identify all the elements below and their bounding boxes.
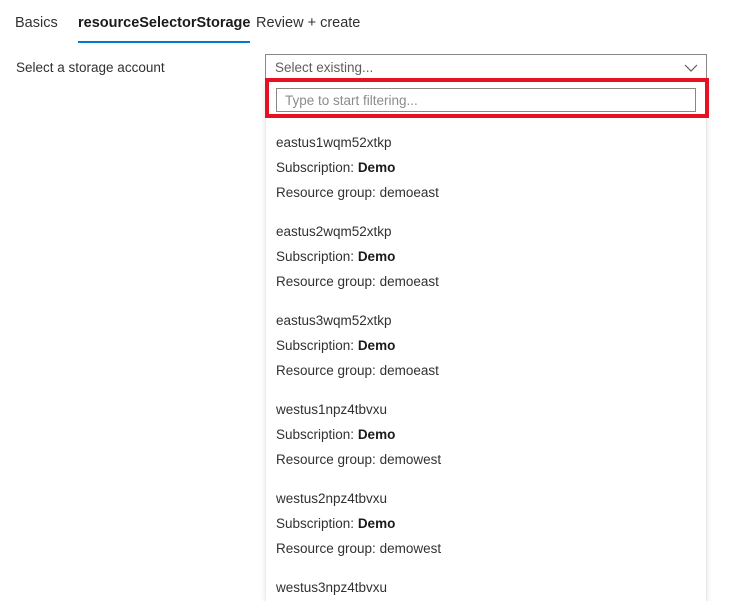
option-subscription-key: Subscription: bbox=[276, 249, 355, 264]
option-resource-group: Resource group: demowest bbox=[276, 536, 698, 561]
option-subscription: Subscription: Demo bbox=[276, 155, 698, 180]
storage-account-field-label: Select a storage account bbox=[16, 60, 165, 75]
option-subscription: Subscription: Demo bbox=[276, 511, 698, 536]
option-resource-group-value: demoeast bbox=[379, 363, 439, 378]
option-subscription-value: Demo bbox=[357, 338, 396, 353]
option-name: eastus2wqm52xtkp bbox=[276, 224, 392, 239]
list-item[interactable]: eastus3wqm52xtkp Subscription: Demo Reso… bbox=[266, 302, 706, 391]
dropdown-filter-wrapper bbox=[276, 88, 696, 112]
option-name: westus1npz4tbvxu bbox=[276, 402, 388, 417]
option-subscription-value: Demo bbox=[357, 427, 396, 442]
option-resource-group-key: Resource group: bbox=[276, 541, 376, 556]
option-subscription-key: Subscription: bbox=[276, 516, 355, 531]
option-resource-group-value: demoeast bbox=[379, 185, 439, 200]
option-name: westus2npz4tbvxu bbox=[276, 491, 388, 506]
option-subscription-value: Demo bbox=[357, 160, 396, 175]
tab-resourceselectorstorage[interactable]: resourceSelectorStorage bbox=[78, 13, 251, 43]
option-resource-group-key: Resource group: bbox=[276, 274, 376, 289]
tab-review-create-label: Review + create bbox=[256, 15, 361, 31]
list-item[interactable]: westus2npz4tbvxu Subscription: Demo Reso… bbox=[266, 480, 706, 569]
option-name: eastus1wqm52xtkp bbox=[276, 135, 392, 150]
list-item[interactable]: eastus1wqm52xtkp Subscription: Demo Reso… bbox=[266, 124, 706, 213]
storage-account-dropdown-panel: eastus1wqm52xtkp Subscription: Demo Reso… bbox=[265, 80, 707, 601]
tab-selected-underline bbox=[78, 41, 251, 43]
storage-account-combobox-value: Select existing... bbox=[275, 60, 374, 75]
tab-basics[interactable]: Basics bbox=[15, 13, 58, 43]
option-subscription: Subscription: Demo bbox=[276, 333, 698, 358]
list-item[interactable]: westus3npz4tbvxu Subscription: Demo Reso… bbox=[266, 569, 706, 601]
option-resource-group-value: demoeast bbox=[379, 274, 439, 289]
dropdown-filter-input[interactable] bbox=[276, 88, 696, 112]
option-resource-group-value: demowest bbox=[379, 541, 442, 556]
option-resource-group: Resource group: demoeast bbox=[276, 358, 698, 383]
option-subscription-value: Demo bbox=[357, 516, 396, 531]
option-name: eastus3wqm52xtkp bbox=[276, 313, 392, 328]
tab-basics-label: Basics bbox=[15, 15, 58, 31]
option-subscription: Subscription: Demo bbox=[276, 244, 698, 269]
option-subscription: Subscription: Demo bbox=[276, 422, 698, 447]
option-resource-group-key: Resource group: bbox=[276, 185, 376, 200]
list-item[interactable]: westus1npz4tbvxu Subscription: Demo Reso… bbox=[266, 391, 706, 480]
option-resource-group-key: Resource group: bbox=[276, 452, 376, 467]
storage-account-option-list: eastus1wqm52xtkp Subscription: Demo Reso… bbox=[266, 124, 706, 601]
option-resource-group: Resource group: demowest bbox=[276, 447, 698, 472]
option-resource-group: Resource group: demoeast bbox=[276, 180, 698, 205]
option-resource-group-value: demowest bbox=[379, 452, 442, 467]
storage-account-combobox[interactable]: Select existing... bbox=[265, 54, 707, 80]
option-resource-group-key: Resource group: bbox=[276, 363, 376, 378]
option-subscription-key: Subscription: bbox=[276, 160, 355, 175]
tab-review-create[interactable]: Review + create bbox=[256, 13, 360, 43]
option-name: westus3npz4tbvxu bbox=[276, 580, 388, 595]
option-resource-group: Resource group: demoeast bbox=[276, 269, 698, 294]
chevron-down-icon bbox=[684, 62, 698, 74]
wizard-tab-strip: Basics resourceSelectorStorage Review + … bbox=[0, 0, 735, 45]
tab-resourceselectorstorage-label: resourceSelectorStorage bbox=[78, 15, 251, 31]
option-subscription-key: Subscription: bbox=[276, 338, 355, 353]
list-item[interactable]: eastus2wqm52xtkp Subscription: Demo Reso… bbox=[266, 213, 706, 302]
option-subscription-value: Demo bbox=[357, 249, 396, 264]
option-subscription-key: Subscription: bbox=[276, 427, 355, 442]
